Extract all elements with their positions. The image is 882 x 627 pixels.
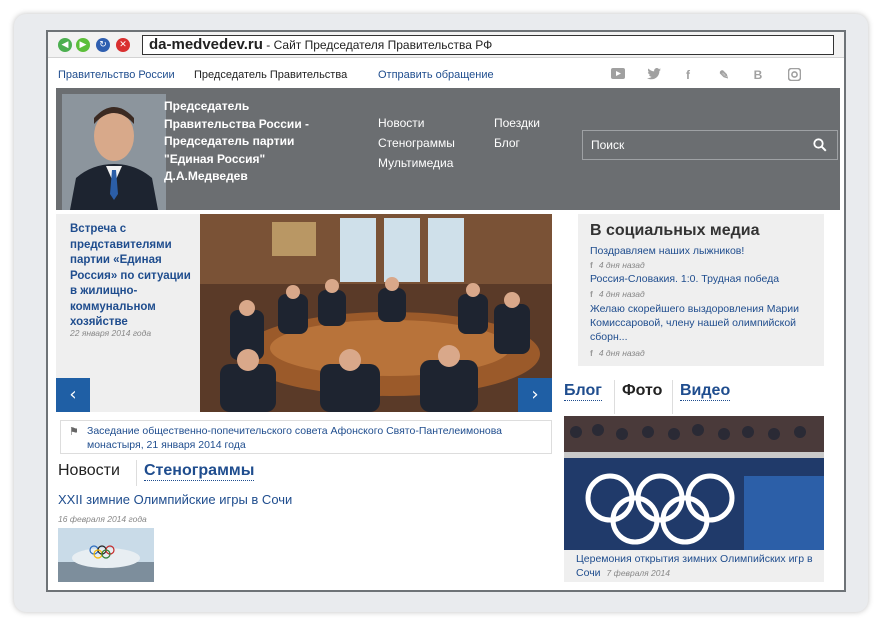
header-nav-transcripts[interactable]: Стенограммы — [378, 136, 455, 150]
social-item-meta: f 4 дня назад — [590, 260, 645, 270]
tab-photo[interactable]: Фото — [622, 382, 662, 400]
social-item-time: 4 дня назад — [598, 260, 645, 270]
facebook-icon[interactable]: f — [680, 68, 696, 82]
social-item-meta: f 4 дня назад — [590, 348, 645, 358]
header-nav-trips[interactable]: Поездки — [494, 116, 540, 130]
feature-headline[interactable]: Встреча с представителями партии «Единая… — [70, 222, 198, 331]
slider-next-button[interactable]: › — [518, 378, 552, 412]
olympic-photo-caption: Церемония открытия зимних Олимпийских иг… — [564, 550, 824, 582]
flag-icon: ⚑ — [69, 426, 79, 438]
slider-prev-button[interactable]: ‹ — [56, 378, 90, 412]
tab-divider — [614, 380, 615, 414]
news-thumbnail[interactable] — [58, 528, 154, 582]
news-headline[interactable]: XXII зимние Олимпийские игры в Сочи — [58, 492, 292, 507]
social-item-time: 4 дня назад — [598, 289, 645, 299]
social-item-link[interactable]: Поздравляем наших лыжников! — [590, 244, 816, 258]
twitter-icon[interactable] — [646, 68, 662, 82]
facebook-icon: f — [590, 289, 593, 299]
news-tabs: Новости Стенограммы — [56, 460, 552, 486]
chairman-portrait[interactable] — [62, 94, 166, 210]
instagram-icon[interactable] — [786, 67, 802, 82]
social-item-link[interactable]: Желаю скорейшего выздоровления Марии Ком… — [590, 302, 816, 344]
header-nav-news[interactable]: Новости — [378, 116, 424, 130]
youtube-icon[interactable] — [610, 68, 626, 82]
search-input[interactable] — [583, 131, 803, 159]
event-caption-link[interactable]: Заседание общественно-попечительского со… — [87, 424, 537, 452]
address-title: - Сайт Председателя Правительства РФ — [262, 38, 493, 52]
browser-window: ◀ ▶ ↻ ✕ da-medvedev.ru - Сайт Председате… — [46, 30, 846, 592]
facebook-icon: f — [590, 260, 593, 270]
title-line: "Единая Россия" — [164, 151, 266, 166]
social-media-heading: В социальных медиа — [590, 222, 760, 239]
tab-blog[interactable]: Блог — [564, 382, 602, 401]
search-box — [582, 130, 838, 160]
social-media-box: В социальных медиа Поздравляем наших лыж… — [578, 214, 824, 366]
tab-divider — [672, 380, 673, 414]
facebook-icon: f — [590, 348, 593, 358]
title-line: Правительства России - — [164, 116, 310, 131]
forward-button[interactable]: ▶ — [76, 38, 90, 52]
feature-date: 22 января 2014 года — [70, 328, 152, 338]
olympic-photo-date: 7 февраля 2014 — [606, 568, 670, 578]
tab-news[interactable]: Новости — [58, 462, 120, 480]
search-icon[interactable] — [813, 138, 827, 157]
title-line: Д.А.Медведев — [164, 169, 248, 183]
header-nav-multimedia[interactable]: Мультимедиа — [378, 156, 453, 170]
site-header: Председатель Правительства России - Пред… — [56, 88, 840, 210]
address-domain: da-medvedev.ru — [149, 36, 263, 53]
header-nav-blog[interactable]: Блог — [494, 136, 520, 150]
news-date: 16 февраля 2014 года — [58, 514, 147, 524]
social-item-link[interactable]: Россия-Словакия. 1:0. Трудная победа — [590, 272, 816, 286]
feature-photo[interactable] — [200, 214, 552, 412]
close-button[interactable]: ✕ — [116, 38, 130, 52]
media-tabs: Блог Фото Видео — [562, 380, 832, 414]
title-line: Председатель — [164, 99, 250, 113]
nav-link-government[interactable]: Правительство России — [58, 69, 175, 81]
tab-transcripts[interactable]: Стенограммы — [144, 462, 255, 481]
title-line: Председатель партии — [164, 134, 295, 148]
tab-divider — [136, 460, 137, 486]
social-item-time: 4 дня назад — [598, 348, 645, 358]
nav-link-send-appeal[interactable]: Отправить обращение — [378, 69, 494, 81]
event-caption-box: ⚑ Заседание общественно-попечительского … — [60, 420, 552, 454]
browser-titlebar: ◀ ▶ ↻ ✕ da-medvedev.ru - Сайт Председате… — [48, 32, 844, 58]
olympic-photo[interactable] — [564, 416, 824, 550]
address-bar[interactable]: da-medvedev.ru - Сайт Председателя Прави… — [142, 35, 834, 55]
nav-link-chairman[interactable]: Председатель Правительства — [194, 69, 347, 81]
feature-slider: Встреча с представителями партии «Единая… — [56, 214, 552, 412]
reload-button[interactable]: ↻ — [96, 38, 110, 52]
social-item-meta: f 4 дня назад — [590, 289, 645, 299]
chairman-title: Председатель Правительства России - Пред… — [164, 98, 354, 186]
vkontakte-icon[interactable]: B — [750, 68, 766, 82]
tab-video[interactable]: Видео — [680, 382, 731, 401]
back-button[interactable]: ◀ — [58, 38, 72, 52]
livejournal-icon[interactable]: ✎ — [716, 68, 732, 82]
top-navigation: Правительство России Председатель Правит… — [48, 58, 844, 88]
